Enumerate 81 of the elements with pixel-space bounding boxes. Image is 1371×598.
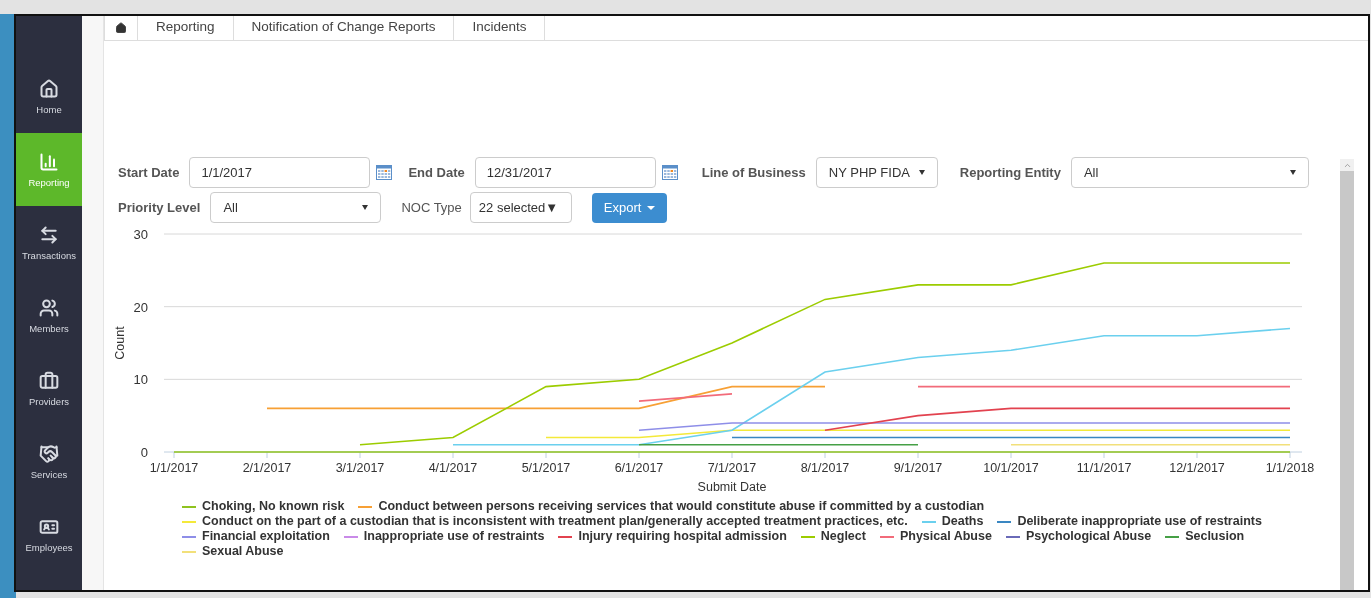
sidebar-item[interactable]: Employees	[16, 498, 82, 571]
x-tick-label: 7/1/2017	[707, 461, 757, 475]
priority-level-select[interactable]: All	[210, 192, 382, 223]
breadcrumb-link[interactable]: Notification of Change Reports	[233, 16, 455, 40]
legend-swatch	[800, 535, 815, 538]
legend-swatch	[182, 520, 196, 523]
x-tick-label: 1/1/2018	[1265, 461, 1315, 475]
field-label: Line of Business	[701, 163, 806, 182]
y-tick-label: 30	[133, 227, 148, 242]
caret-icon	[647, 205, 656, 210]
x-tick-label: 4/1/2017	[428, 461, 478, 475]
legend-item[interactable]: Seclusion	[1165, 529, 1245, 544]
x-tick-label: 1/1/2017	[149, 461, 199, 475]
field-label: Reporting Entity	[959, 163, 1061, 182]
home-icon	[39, 78, 59, 99]
legend-swatch	[343, 535, 358, 538]
legend-swatch	[358, 505, 373, 508]
caret-icon	[918, 170, 925, 175]
home-icon	[115, 21, 127, 34]
users-icon	[39, 297, 59, 318]
end-date-field[interactable]: 12/31/2017	[474, 157, 656, 188]
x-axis-title: Submit Date	[697, 480, 767, 494]
breadcrumb-link[interactable]: Incidents	[454, 16, 546, 40]
caret-icon	[1289, 170, 1296, 175]
briefcase-icon	[39, 370, 59, 391]
legend-item[interactable]: Sexual Abuse	[182, 544, 284, 559]
x-tick-label: 8/1/2017	[800, 461, 850, 475]
x-tick-label: 6/1/2017	[614, 461, 664, 475]
y-tick-label: 0	[140, 445, 148, 460]
legend-item[interactable]: Neglect	[800, 529, 866, 544]
y-tick-label: 20	[133, 299, 148, 315]
legend-swatch	[1165, 535, 1180, 538]
field-label: NOC Type	[401, 198, 462, 217]
calendar-icon[interactable]	[661, 165, 678, 180]
noc-type-select[interactable]: 22 selected▼	[469, 192, 572, 223]
legend-swatch	[558, 535, 573, 538]
calendar-icon[interactable]	[376, 165, 393, 180]
legend-item[interactable]: Deaths	[921, 514, 984, 529]
legend-swatch	[182, 535, 196, 538]
legend-swatch	[879, 535, 894, 538]
legend-swatch	[997, 520, 1012, 523]
sidebar-item[interactable]: Transactions	[16, 206, 82, 279]
breadcrumb-link[interactable]: Reporting	[138, 16, 234, 40]
x-tick-label: 11/1/2017	[1076, 461, 1132, 475]
legend-item[interactable]: Physical Abuse	[879, 529, 992, 544]
bar-chart-icon	[39, 151, 59, 172]
legend-swatch	[1005, 535, 1020, 538]
y-tick-label: 10	[133, 372, 148, 388]
reporting-entity-select[interactable]: All	[1070, 157, 1309, 188]
x-tick-label: 3/1/2017	[335, 461, 385, 475]
legend-item[interactable]: Conduct on the part of a custodian that is inconsistent with treatment plan/generally accepted treatment practices, etc.	[182, 514, 908, 529]
legend-item[interactable]: Inappropriate use of restraints	[343, 529, 545, 544]
y-axis-title: Count	[113, 326, 127, 360]
x-tick-label: 12/1/2017	[1169, 461, 1225, 475]
field-label: End Date	[408, 163, 465, 182]
export-button[interactable]: Export	[591, 192, 668, 223]
legend-item[interactable]: Choking, No known risk	[182, 499, 345, 514]
x-tick-label: 5/1/2017	[521, 461, 571, 475]
x-tick-label: 10/1/2017	[983, 461, 1039, 475]
line-of-business-select[interactable]: NY PHP FIDA	[815, 157, 938, 188]
caret-icon	[362, 205, 369, 210]
scrollbar[interactable]	[1340, 159, 1354, 590]
sidebar-item[interactable]: Members	[16, 279, 82, 352]
legend-item[interactable]: Psychological Abuse	[1005, 529, 1152, 544]
start-date-field[interactable]: 1/1/2017	[189, 157, 371, 188]
legend-item[interactable]: Injury requiring hospital admission	[558, 529, 787, 544]
legend-item[interactable]: Financial exploitation	[182, 529, 330, 544]
sidebar-item[interactable]: Services	[16, 425, 82, 498]
legend-swatch	[921, 520, 936, 523]
x-tick-label: 9/1/2017	[893, 461, 943, 475]
field-label: Start Date	[118, 163, 180, 182]
handshake-icon	[39, 443, 59, 464]
sidebar-item[interactable]: Providers	[16, 352, 82, 425]
legend-swatch	[182, 505, 196, 508]
legend-item[interactable]: Conduct between persons receiving services that would constitute abuse if committed by a custodian	[358, 499, 985, 514]
field-label: Priority Level	[118, 198, 201, 217]
legend-swatch	[182, 550, 196, 553]
legend-item[interactable]: Deliberate inappropriate use of restraints	[997, 514, 1262, 529]
sidebar-item[interactable]: Home	[16, 60, 82, 133]
arrows-icon	[39, 224, 59, 245]
x-tick-label: 2/1/2017	[242, 461, 292, 475]
